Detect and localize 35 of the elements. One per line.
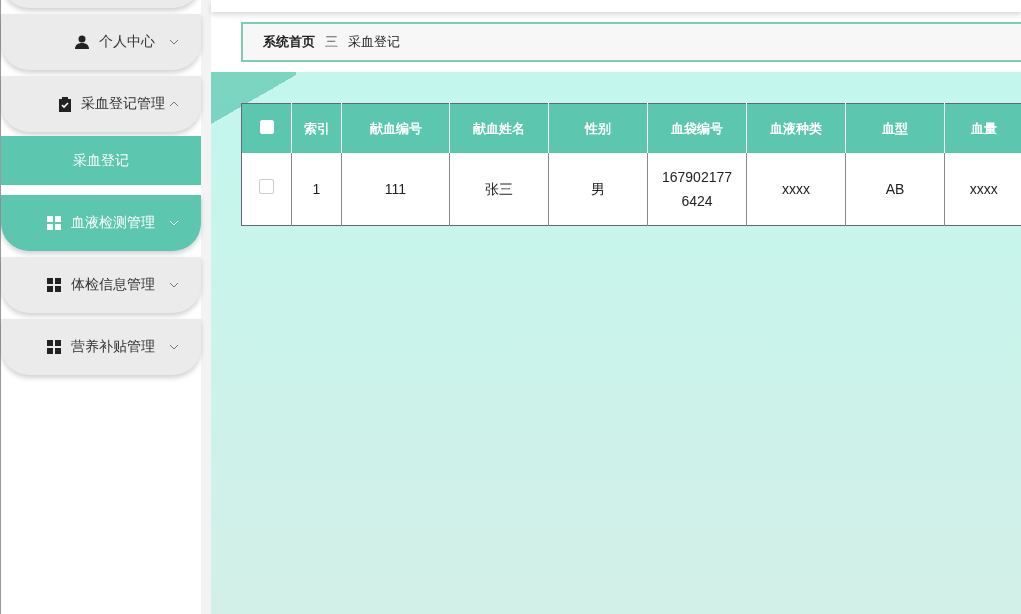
breadcrumb-link[interactable]: 系统首页 [263,33,315,51]
menu-item[interactable]: 体检信息管理 [1,257,201,313]
table-cell: xxxx [746,153,846,226]
chevron-down-icon [169,220,179,226]
column-header: 性别 [548,103,648,153]
select-all-checkbox[interactable] [259,120,274,134]
breadcrumb-separator: 三 [325,33,338,51]
table-cell: 1679021776424 [647,153,747,226]
column-header: 血袋编号 [647,103,747,153]
chevron-up-icon [169,101,179,107]
table-cell: 张三 [449,153,549,226]
person-icon [75,35,89,49]
table-cell: 男 [548,153,648,226]
table-cell: xxxx [944,153,1021,226]
clipboard-check-icon [59,96,71,112]
row-checkbox[interactable] [259,179,274,194]
column-header: 血量 [944,103,1021,153]
grid-icon [47,340,61,354]
table-cell: 111 [341,153,450,226]
menu-item[interactable]: 采血登记管理 [1,76,201,132]
table-cell: AB [845,153,945,226]
grid-icon [47,278,61,292]
table-cell: 1 [291,153,342,226]
chevron-down-icon [169,282,179,288]
chevron-down-icon [169,39,179,45]
chevron-down-icon [169,344,179,350]
column-header: 血液种类 [746,103,846,153]
menu-item[interactable]: 个人中心 [1,14,201,70]
breadcrumb-current: 采血登记 [348,33,400,51]
column-header: 血型 [845,103,945,153]
column-header: 献血姓名 [449,103,549,153]
grid-icon [47,216,61,230]
column-header: 索引 [291,103,342,153]
column-header: 献血编号 [341,103,450,153]
menu-item[interactable]: 营养补贴管理 [1,319,201,375]
